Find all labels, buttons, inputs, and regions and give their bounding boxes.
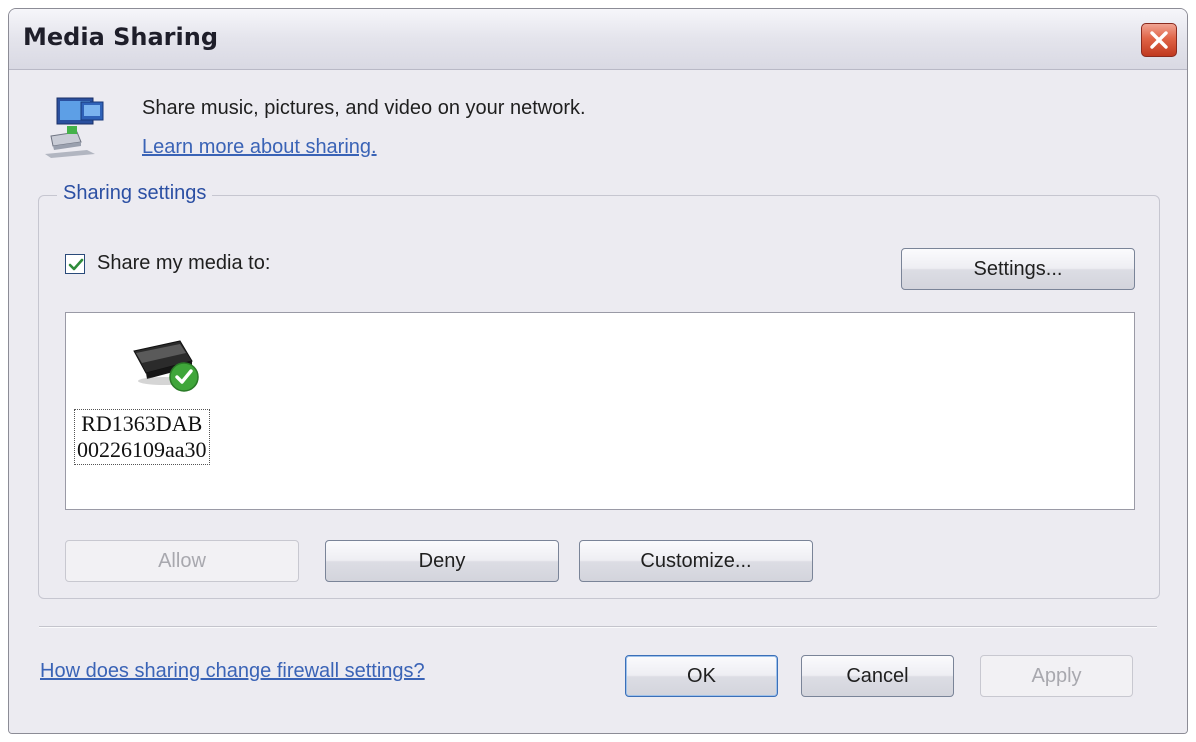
sharing-settings-legend: Sharing settings xyxy=(57,182,213,205)
dialog-content: Share music, pictures, and video on your… xyxy=(9,70,1187,733)
close-icon xyxy=(1150,31,1168,49)
device-list[interactable]: RD1363DAB 00226109aa30 xyxy=(65,312,1135,510)
settings-button[interactable]: Settings... xyxy=(901,248,1135,290)
share-media-label[interactable]: Share my media to: xyxy=(97,252,270,275)
device-name: RD1363DAB xyxy=(81,411,203,436)
ok-button[interactable]: OK xyxy=(625,655,778,697)
allow-button[interactable]: Allow xyxy=(65,540,299,582)
network-computers-icon xyxy=(45,97,104,158)
media-device-allowed-icon xyxy=(133,340,199,392)
sharing-settings-group: Sharing settings Share my media to: Sett… xyxy=(38,182,1160,599)
media-sharing-dialog: Media Sharing Share music, pictures, and… xyxy=(8,8,1188,734)
description-text: Share music, pictures, and video on your… xyxy=(142,97,586,119)
close-button[interactable] xyxy=(1141,23,1177,57)
deny-button[interactable]: Deny xyxy=(325,540,559,582)
learn-more-link[interactable]: Learn more about sharing. xyxy=(142,136,377,159)
separator xyxy=(39,626,1157,628)
apply-button[interactable]: Apply xyxy=(980,655,1133,697)
title-bar[interactable]: Media Sharing xyxy=(9,9,1187,70)
share-media-checkbox[interactable] xyxy=(65,254,85,274)
device-id: 00226109aa30 xyxy=(77,437,207,462)
customize-button[interactable]: Customize... xyxy=(579,540,813,582)
cancel-button[interactable]: Cancel xyxy=(801,655,954,697)
window-title: Media Sharing xyxy=(23,23,219,51)
device-name-label: RD1363DAB 00226109aa30 xyxy=(74,409,210,465)
checkmark-icon xyxy=(68,258,84,271)
firewall-settings-link[interactable]: How does sharing change firewall setting… xyxy=(40,660,425,683)
device-item[interactable]: RD1363DAB 00226109aa30 xyxy=(74,333,262,483)
